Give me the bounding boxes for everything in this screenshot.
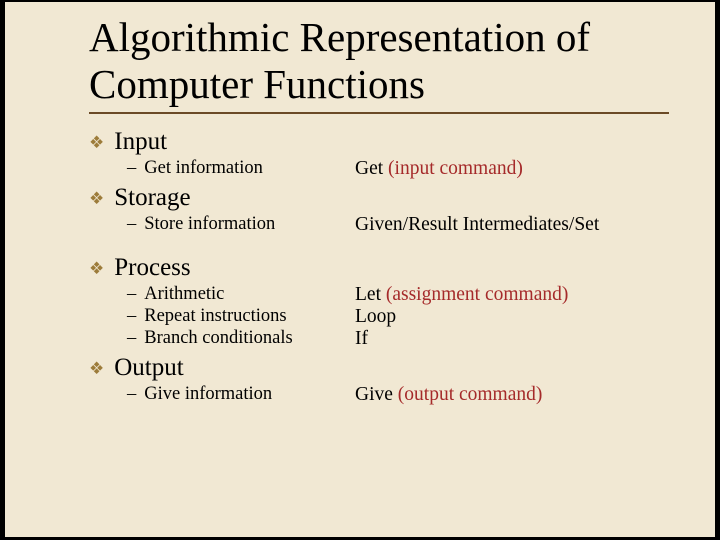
item-label: Arithmetic <box>144 284 224 305</box>
item-rhs: If <box>355 328 669 350</box>
rhs-plain: Given/Result Intermediates/Set <box>355 214 599 235</box>
section-heading-text: Input <box>114 128 167 156</box>
item-rhs: Given/Result Intermediates/Set <box>355 214 669 236</box>
item-rhs: Give (output command) <box>355 384 669 406</box>
section-heading-input: ❖ Input <box>89 128 669 156</box>
dash-bullet-icon: – <box>127 158 136 179</box>
rhs-plain: Let <box>355 284 386 305</box>
list-item: – Arithmetic Let (assignment command) <box>127 284 669 306</box>
list-item: – Get information Get (input command) <box>127 158 669 180</box>
rhs-plain: Give <box>355 384 398 405</box>
section-heading-text: Storage <box>114 184 190 212</box>
rhs-highlight: (input command) <box>388 158 523 179</box>
diamond-bullet-icon: ❖ <box>89 134 104 151</box>
item-label: Store information <box>144 214 275 235</box>
list-item: – Repeat instructions Loop <box>127 306 669 328</box>
item-rhs: Loop <box>355 306 669 328</box>
section-heading-output: ❖ Output <box>89 354 669 382</box>
diamond-bullet-icon: ❖ <box>89 360 104 377</box>
section-heading-text: Process <box>114 254 190 282</box>
item-label: Get information <box>144 158 263 179</box>
rhs-plain: If <box>355 328 368 349</box>
dash-bullet-icon: – <box>127 214 136 235</box>
dash-bullet-icon: – <box>127 384 136 405</box>
item-rhs: Let (assignment command) <box>355 284 669 306</box>
section-heading-storage: ❖ Storage <box>89 184 669 212</box>
rhs-plain: Loop <box>355 306 396 327</box>
item-label: Repeat instructions <box>144 306 286 327</box>
rhs-plain: Get <box>355 158 388 179</box>
item-rhs: Get (input command) <box>355 158 669 180</box>
slide: Algorithmic Representation of Computer F… <box>5 2 715 537</box>
list-item: – Store information Given/Result Interme… <box>127 214 669 236</box>
item-label: Give information <box>144 384 272 405</box>
diamond-bullet-icon: ❖ <box>89 260 104 277</box>
dash-bullet-icon: – <box>127 306 136 327</box>
section-heading-process: ❖ Process <box>89 254 669 282</box>
list-item: – Give information Give (output command) <box>127 384 669 406</box>
slide-title: Algorithmic Representation of Computer F… <box>89 14 669 114</box>
diamond-bullet-icon: ❖ <box>89 190 104 207</box>
section-heading-text: Output <box>114 354 183 382</box>
list-item: – Branch conditionals If <box>127 328 669 350</box>
dash-bullet-icon: – <box>127 328 136 349</box>
rhs-highlight: (output command) <box>398 384 543 405</box>
dash-bullet-icon: – <box>127 284 136 305</box>
item-label: Branch conditionals <box>144 328 292 349</box>
rhs-highlight: (assignment command) <box>386 284 569 305</box>
